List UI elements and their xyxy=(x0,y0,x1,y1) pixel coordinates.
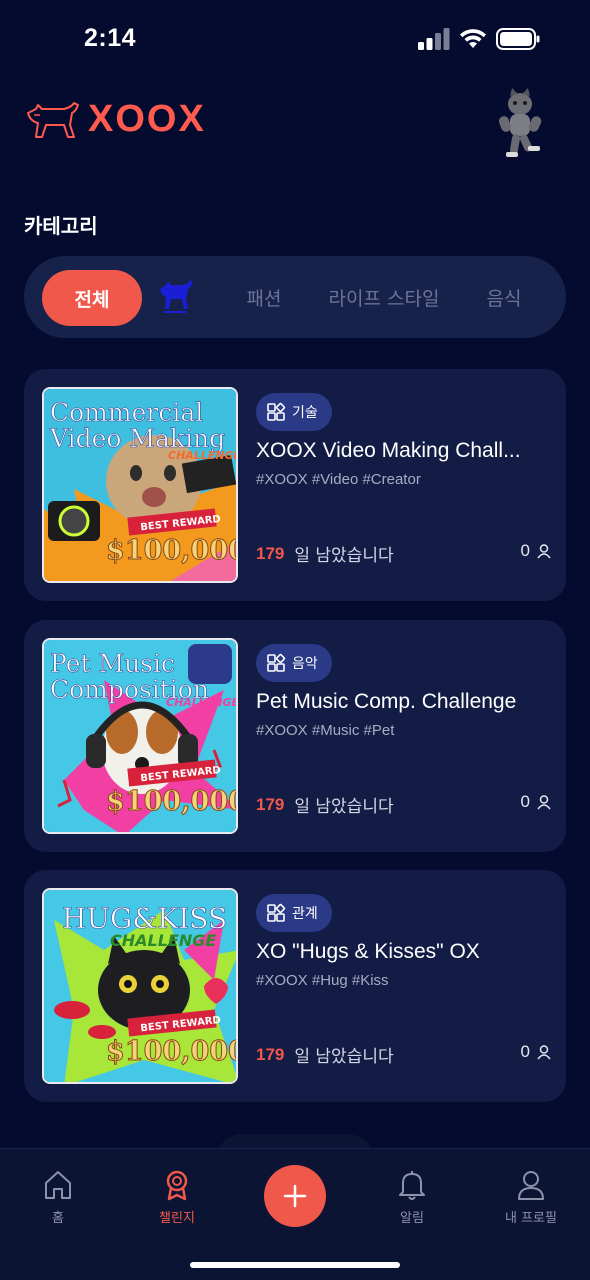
category-section-title: 카테고리 xyxy=(24,214,98,238)
challenge-tags: #XOOX #Video #Creator xyxy=(256,471,421,488)
challenge-thumbnail: HUG&KISS CHALLENGE BEST REWARD $100,000 xyxy=(42,888,238,1084)
nav-profile[interactable]: 내 프로필 xyxy=(481,1169,581,1226)
thumb-reward: $100,000 xyxy=(106,786,238,817)
days-count: 179 xyxy=(256,794,285,814)
days-remaining: 179 일 남았습니다 xyxy=(256,541,394,567)
category-badge-label: 음악 xyxy=(292,656,318,672)
nav-label: 알림 xyxy=(400,1211,424,1226)
days-label: 일 남았습니다 xyxy=(294,797,394,817)
category-icon xyxy=(267,903,286,922)
tab-label: 라이프 스타일 xyxy=(328,287,440,310)
nav-label: 내 프로필 xyxy=(505,1211,557,1226)
tab-all[interactable]: 전체 xyxy=(42,270,142,326)
home-icon xyxy=(45,1171,71,1199)
days-label: 일 남았습니다 xyxy=(294,1047,394,1067)
nav-label: 홈 xyxy=(52,1211,64,1226)
participant-count: 0 xyxy=(521,541,552,561)
category-badge-label: 기술 xyxy=(292,405,318,421)
challenge-title: XO "Hugs & Kisses" OX xyxy=(256,940,480,963)
thumb-sub: CHALLENGE xyxy=(168,449,238,462)
plus-icon xyxy=(283,1184,307,1208)
add-challenge-button[interactable] xyxy=(264,1165,326,1227)
challenge-thumbnail: Commercial Video Making CHALLENGE BEST R… xyxy=(42,387,238,583)
wifi-icon xyxy=(460,29,486,48)
challenge-tags: #XOOX #Hug #Kiss xyxy=(256,972,389,989)
thumb-sub: CHALLENGE xyxy=(110,931,216,950)
battery-icon xyxy=(496,28,540,50)
trophy-icon xyxy=(166,1170,188,1201)
challenge-thumbnail: Pet Music Composition CHALLENGE BEST REW… xyxy=(42,638,238,834)
category-badge: 관계 xyxy=(256,894,332,932)
thumb-headline: Pet Music xyxy=(50,649,175,678)
tab-fashion[interactable]: 패션 xyxy=(224,256,304,338)
user-icon xyxy=(537,1045,551,1060)
profile-avatar[interactable] xyxy=(490,88,550,160)
status-bar: 2:14 xyxy=(0,0,590,80)
tab-label: 음식 xyxy=(486,287,522,310)
days-label: 일 남았습니다 xyxy=(294,546,394,566)
user-icon xyxy=(537,544,551,559)
tab-lifestyle[interactable]: 라이프 스타일 xyxy=(314,256,454,338)
app-header: XOOX xyxy=(0,88,590,168)
xoox-dog-logo-icon xyxy=(160,280,193,313)
home-indicator xyxy=(190,1262,400,1268)
cellular-signal-icon xyxy=(418,28,450,50)
user-icon xyxy=(537,795,551,810)
nav-home[interactable]: 홈 xyxy=(8,1169,108,1226)
category-icon xyxy=(267,653,286,672)
brand-name: XOOX xyxy=(88,98,206,140)
tab-xoox-logo[interactable] xyxy=(144,256,206,338)
participant-number: 0 xyxy=(520,1042,530,1061)
thumb-reward: $100,000 xyxy=(106,535,238,566)
tab-label: 패션 xyxy=(246,287,282,310)
days-count: 179 xyxy=(256,1044,285,1064)
days-remaining: 179 일 남았습니다 xyxy=(256,1042,394,1068)
challenge-title: Pet Music Comp. Challenge xyxy=(256,690,517,713)
category-badge: 음악 xyxy=(256,644,332,682)
days-remaining: 179 일 남았습니다 xyxy=(256,792,394,818)
status-time: 2:14 xyxy=(84,24,137,52)
nav-label: 챌린지 xyxy=(159,1211,195,1226)
challenge-card[interactable]: Pet Music Composition CHALLENGE BEST REW… xyxy=(24,620,566,852)
participant-count: 0 xyxy=(521,792,552,812)
participant-number: 0 xyxy=(520,792,530,811)
bottom-navigation: 홈 챌린지 알림 내 프로필 xyxy=(0,1148,590,1280)
category-badge-label: 관계 xyxy=(292,906,318,922)
user-icon xyxy=(518,1171,544,1200)
challenge-card[interactable]: Commercial Video Making CHALLENGE BEST R… xyxy=(24,369,566,601)
bell-icon xyxy=(399,1171,425,1200)
category-icon xyxy=(267,402,286,421)
challenge-card[interactable]: HUG&KISS CHALLENGE BEST REWARD $100,000 … xyxy=(24,870,566,1102)
tab-food[interactable]: 음식 xyxy=(464,256,544,338)
thumb-headline: Commercial xyxy=(50,398,203,427)
brand-logo[interactable]: XOOX xyxy=(24,98,206,141)
days-count: 179 xyxy=(256,543,285,563)
challenge-tags: #XOOX #Music #Pet xyxy=(256,722,395,739)
challenge-title: XOOX Video Making Chall... xyxy=(256,439,521,462)
nav-challenge[interactable]: 챌린지 xyxy=(127,1169,227,1226)
participant-count: 0 xyxy=(521,1042,552,1062)
tab-label: 전체 xyxy=(74,288,110,311)
category-tabs: 전체 패션 라이프 스타일 음식 xyxy=(24,256,566,338)
nav-notifications[interactable]: 알림 xyxy=(362,1169,462,1226)
xoox-dog-logo-icon xyxy=(27,101,79,138)
participant-number: 0 xyxy=(520,541,530,560)
thumb-reward: $100,000 xyxy=(106,1036,238,1067)
category-badge: 기술 xyxy=(256,393,332,431)
thumb-sub: CHALLENGE xyxy=(166,696,238,709)
